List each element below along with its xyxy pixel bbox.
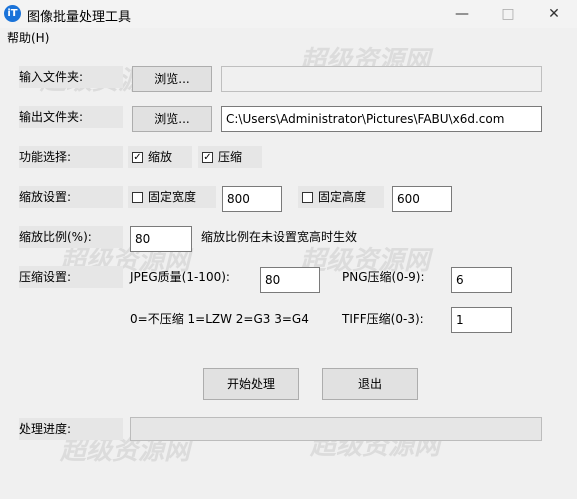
scale-checkbox-label: 缩放 [148,150,173,164]
scale-ratio-input[interactable]: 80 [130,226,192,252]
output-folder-label: 输出文件夹: [19,106,123,128]
close-button[interactable]: ✕ [531,0,577,28]
fixed-width-option[interactable]: 固定宽度 [128,186,216,208]
app-icon: iT [4,5,21,22]
minimize-button[interactable]: — [439,0,485,28]
scale-ratio-hint: 缩放比例在未设置宽高时生效 [201,230,358,244]
output-folder-field[interactable]: C:\Users\Administrator\Pictures\FABU\x6d… [221,106,542,132]
menu-bar: 帮助(H) [0,28,577,46]
exit-button[interactable]: 退出 [322,368,418,400]
menu-help[interactable]: 帮助(H) [7,29,49,46]
fixed-width-label: 固定宽度 [148,190,197,204]
scale-checkbox[interactable]: ✓ [132,152,143,163]
title-bar: iT 图像批量处理工具 — □ ✕ [0,0,577,28]
progress-label: 处理进度: [19,418,123,440]
scale-option[interactable]: ✓ 缩放 [128,146,192,168]
compress-checkbox[interactable]: ✓ [202,152,213,163]
jpeg-quality-label: JPEG质量(1-100): [130,270,230,284]
tiff-options-hint: 0=不压缩 1=LZW 2=G3 3=G4 [130,312,309,326]
tiff-compression-label: TIFF压缩(0-3): [342,312,424,326]
input-folder-field[interactable] [221,66,542,92]
scale-ratio-label: 缩放比例(%): [19,226,123,248]
fixed-height-input[interactable]: 600 [392,186,452,212]
progress-bar [130,417,542,441]
fixed-height-option[interactable]: 固定高度 [298,186,384,208]
png-compression-label: PNG压缩(0-9): [342,270,425,284]
tiff-compression-input[interactable]: 1 [451,307,512,333]
fixed-width-input[interactable]: 800 [222,186,282,212]
window-title: 图像批量处理工具 [27,10,132,25]
compress-checkbox-label: 压缩 [218,150,243,164]
start-processing-button[interactable]: 开始处理 [203,368,299,400]
output-browse-button[interactable]: 浏览... [132,106,212,132]
jpeg-quality-input[interactable]: 80 [260,267,320,293]
fixed-height-checkbox[interactable] [302,192,313,203]
input-browse-button[interactable]: 浏览... [132,66,212,92]
fixed-width-checkbox[interactable] [132,192,143,203]
png-compression-input[interactable]: 6 [451,267,512,293]
function-label: 功能选择: [19,146,123,168]
input-folder-label: 输入文件夹: [19,66,123,88]
compress-settings-label: 压缩设置: [19,266,123,288]
maximize-button[interactable]: □ [485,0,531,28]
fixed-height-label: 固定高度 [318,190,367,204]
compress-option[interactable]: ✓ 压缩 [198,146,262,168]
scale-settings-label: 缩放设置: [19,186,123,208]
